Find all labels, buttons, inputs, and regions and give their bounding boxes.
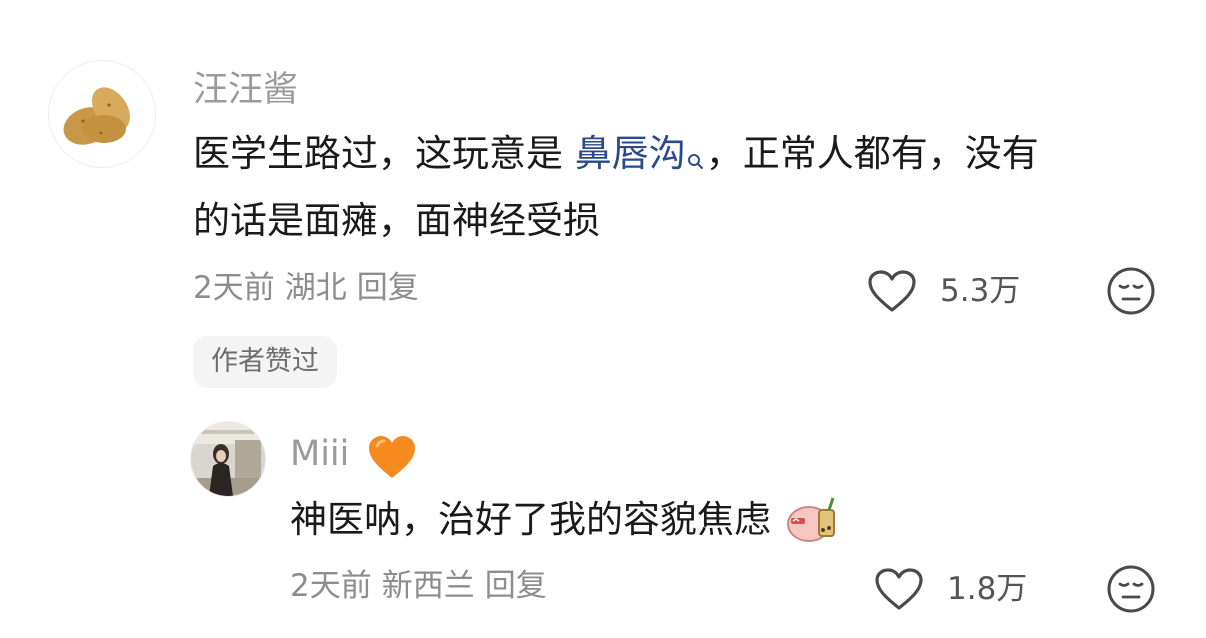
reply-time: 2天前 <box>290 568 372 604</box>
comment-like-count: 5.3万 <box>940 273 1021 309</box>
comment-text-before: 医学生路过，这玩意是 <box>193 132 575 175</box>
comment-time: 2天前 <box>193 270 275 306</box>
neutral-face-icon[interactable] <box>1106 266 1156 320</box>
comment-text-line-1: 医学生路过，这玩意是 鼻唇沟 ，正常人都有，没有 <box>193 124 1039 190</box>
reply-username-text: Miii <box>290 434 350 474</box>
comment-location: 湖北 <box>284 270 347 306</box>
comment-username[interactable]: 汪汪酱 <box>193 68 298 112</box>
reply-text: 神医呐，治好了我的容貌焦虑 <box>290 498 771 541</box>
search-icon[interactable] <box>686 130 706 190</box>
keyword-link[interactable]: 鼻唇沟 <box>575 132 686 175</box>
comment-text-line-2: 的话是面瘫，面神经受损 <box>193 199 600 242</box>
neutral-face-icon[interactable] <box>1106 564 1156 618</box>
potato-avatar-image <box>49 61 155 167</box>
comment-avatar[interactable] <box>48 60 156 168</box>
comment-meta: 2天前 湖北 回复 <box>193 268 429 308</box>
author-liked-tag: 作者赞过 <box>193 336 337 388</box>
reply-username[interactable]: Miii <box>290 432 419 493</box>
photo-avatar-image <box>191 422 265 496</box>
bubble-tea-sticker-icon <box>785 494 841 562</box>
reply-reply-button[interactable]: 回复 <box>485 568 547 604</box>
reply-like-count: 1.8万 <box>947 571 1028 607</box>
comment-like-button[interactable]: 5.3万 <box>866 268 1020 314</box>
reply-text-line: 神医呐，治好了我的容貌焦虑 <box>290 490 841 562</box>
heart-outline-icon <box>875 568 923 610</box>
reply-like-button[interactable]: 1.8万 <box>873 566 1027 612</box>
comment-reply-button[interactable]: 回复 <box>357 270 419 306</box>
reply-location: 新西兰 <box>381 568 475 604</box>
reply-meta: 2天前 新西兰 回复 <box>290 566 557 606</box>
orange-heart-icon <box>365 432 419 493</box>
heart-outline-icon <box>868 270 916 312</box>
reply-avatar[interactable] <box>190 421 266 497</box>
comment-text-after: ，正常人都有，没有 <box>705 132 1039 175</box>
